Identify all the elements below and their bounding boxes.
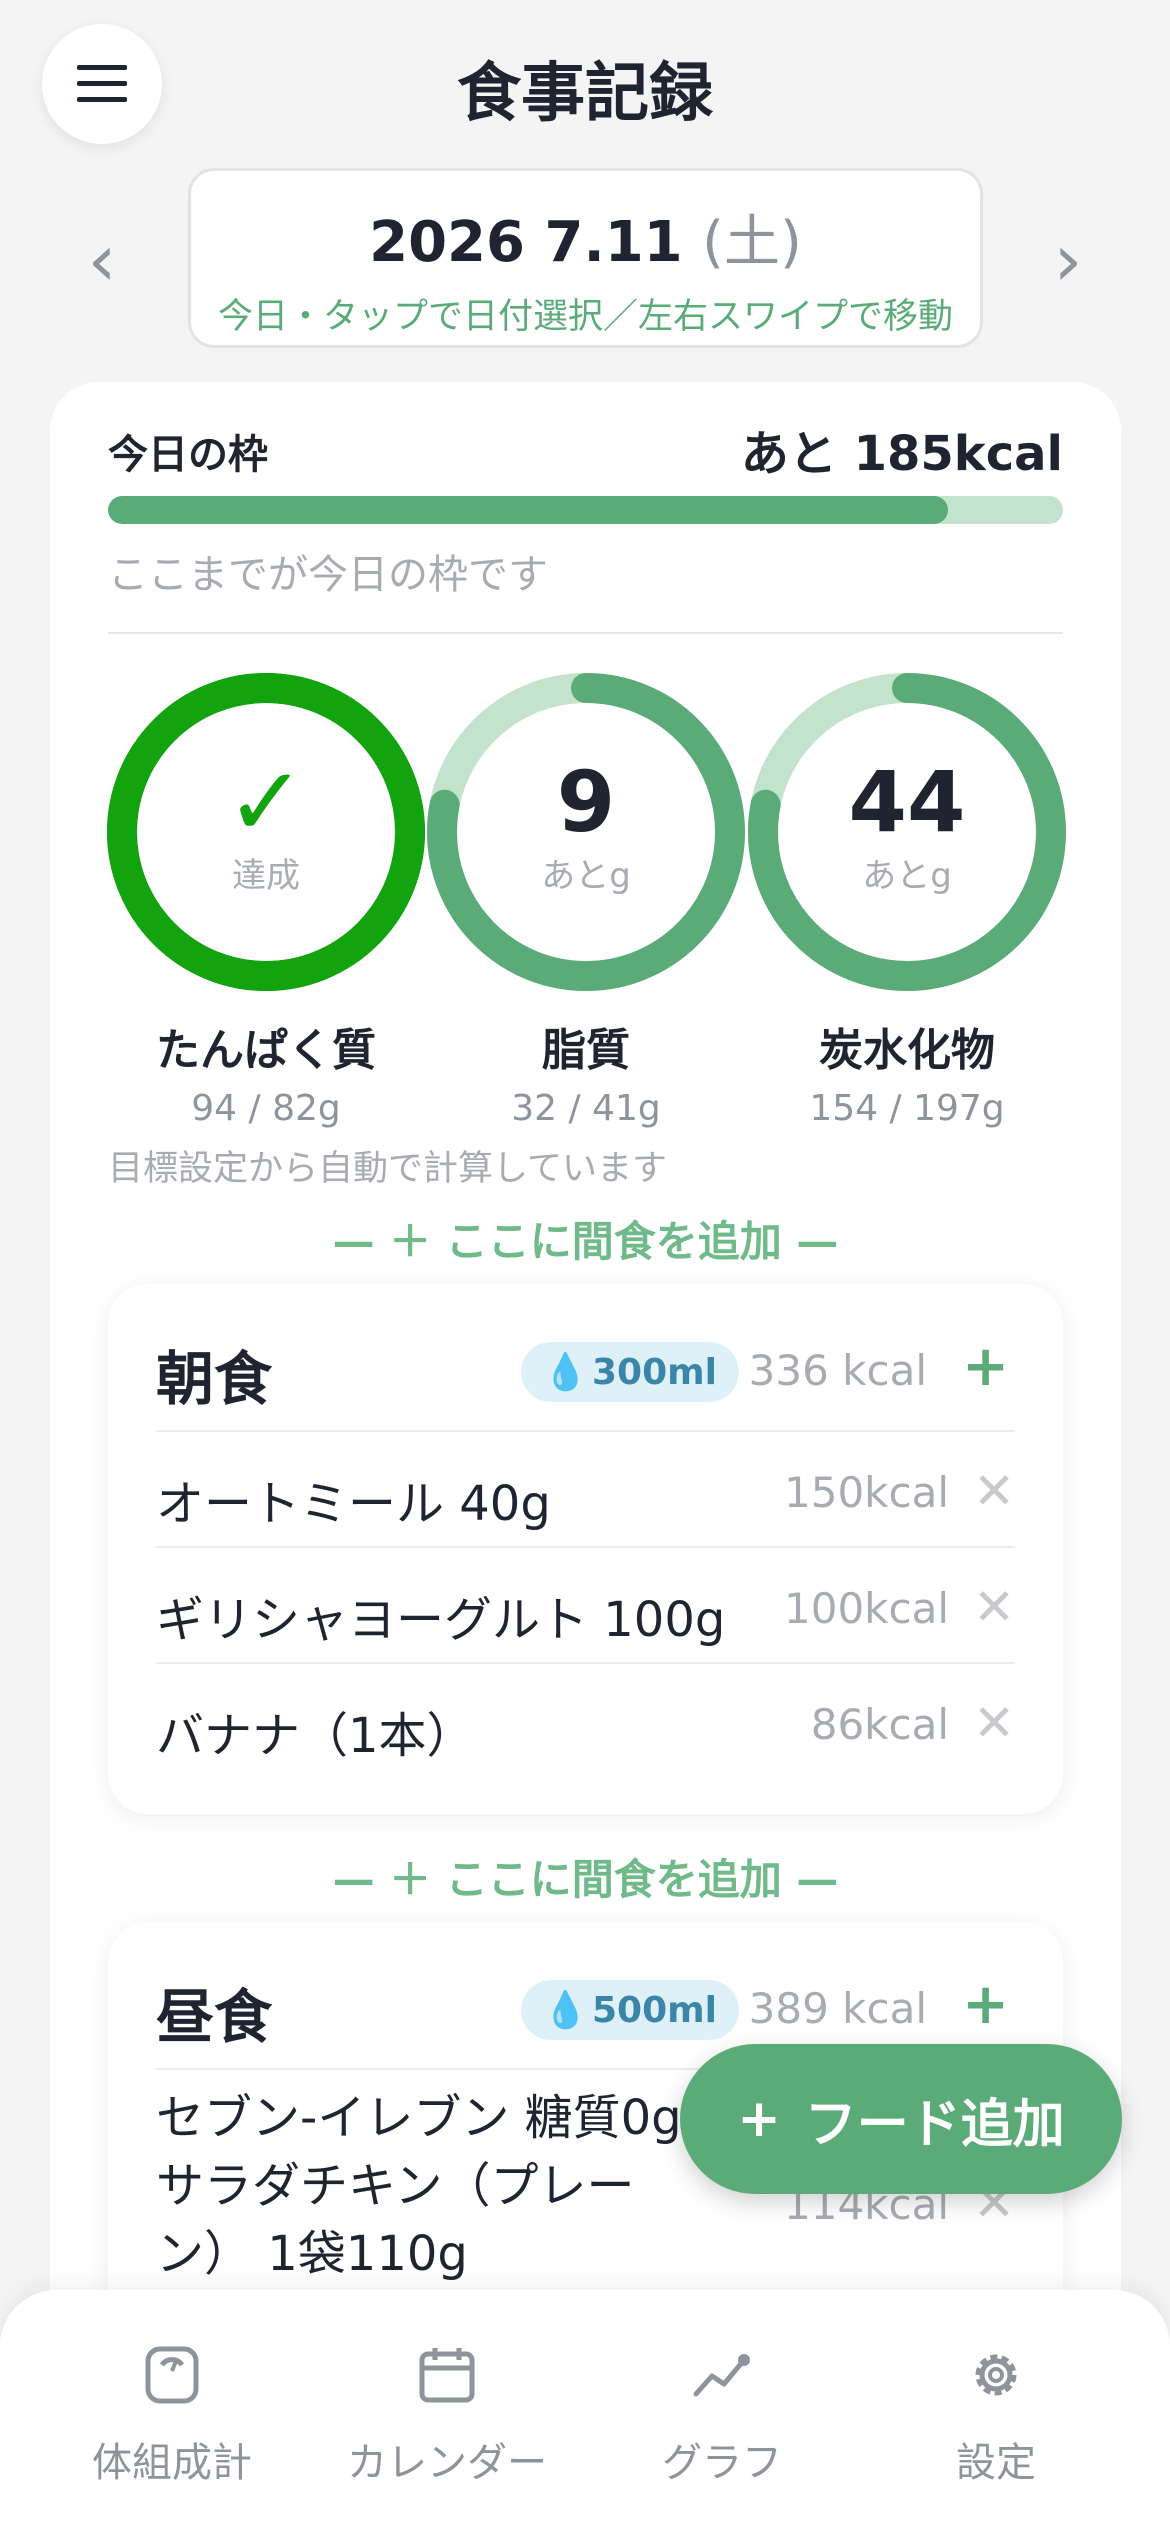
gear-icon <box>975 2354 1017 2396</box>
meal-card-breakfast: 朝食 💧 300ml 336 kcal + オートミール 40g 150kcal… <box>108 1284 1063 1814</box>
water-amount: 500ml <box>592 1989 717 2031</box>
date-weekday: (土) <box>702 210 802 275</box>
tab-label: グラフ <box>662 2440 782 2486</box>
tab-label: 体組成計 <box>92 2440 252 2486</box>
fat-remaining-value: 9 <box>556 753 616 851</box>
food-item[interactable]: バナナ（1本） 86kcal ✕ <box>156 1664 1015 1780</box>
chart-icon <box>693 2354 750 2397</box>
protein-label: たんぱく質 <box>156 1025 376 1076</box>
divider <box>108 632 1063 634</box>
next-day-button[interactable]: › <box>1028 215 1108 305</box>
tab-graph[interactable]: グラフ <box>592 2342 852 2488</box>
bottom-tab-bar: 体組成計 カレンダー グラフ 設定 <box>0 2290 1170 2532</box>
meal-kcal: 336 kcal <box>748 1346 927 1395</box>
meal-title: 昼食 <box>156 1983 273 2051</box>
delete-icon[interactable]: ✕ <box>973 1694 1015 1752</box>
budget-title: 今日の枠 <box>108 432 268 478</box>
carbs-remaining-value: 44 <box>848 753 966 851</box>
protein-status: 達成 <box>232 856 300 896</box>
food-item[interactable]: ギリシャヨーグルト 100g 100kcal ✕ <box>156 1548 1015 1664</box>
budget-note: ここまでが今日の枠です <box>108 552 548 598</box>
budget-remaining: あと 185kcal <box>740 426 1063 482</box>
fat-label: 脂質 <box>542 1025 630 1076</box>
prev-day-button[interactable]: ‹ <box>62 215 142 305</box>
tab-label: カレンダー <box>347 2440 547 2486</box>
tab-calendar[interactable]: カレンダー <box>317 2342 577 2488</box>
calendar-icon <box>419 2348 475 2403</box>
add-food-label: フード追加 <box>804 2094 1065 2155</box>
page-title: 食事記録 <box>457 57 713 131</box>
water-amount: 300ml <box>592 1351 717 1393</box>
date-text: 2026 7.11 <box>369 210 683 275</box>
food-name: セブン-イレブン 糖質0g サラダチキン（プレーン） 1袋110g <box>156 2090 682 2282</box>
meal-kcal: 389 kcal <box>748 1984 927 2033</box>
water-badge[interactable]: 💧 500ml <box>521 1980 739 2040</box>
food-kcal: 100kcal <box>784 1584 949 1633</box>
water-drop-icon: 💧 <box>543 1352 588 1393</box>
carbs-label: 炭水化物 <box>819 1025 995 1076</box>
water-drop-icon: 💧 <box>543 1990 588 2031</box>
meal-title: 朝食 <box>156 1345 273 1413</box>
check-icon: ✓ <box>225 746 307 858</box>
fat-amount: 32 / 41g <box>511 1088 661 1129</box>
food-item[interactable]: オートミール 40g 150kcal ✕ <box>156 1432 1015 1548</box>
budget-progress-bar <box>108 496 1063 524</box>
protein-amount: 94 / 82g <box>191 1088 341 1129</box>
carbs-amount: 154 / 197g <box>809 1088 1005 1129</box>
add-food-to-meal-button[interactable]: + <box>962 1972 1009 2037</box>
tab-body-scale[interactable]: 体組成計 <box>42 2342 302 2488</box>
scale-icon <box>145 2346 199 2404</box>
tab-settings[interactable]: 設定 <box>866 2342 1126 2488</box>
carbs-ring: 44 あとg <box>747 672 1067 992</box>
date-selector[interactable]: 2026 7.11 (土) 今日・タップで日付選択／左右スワイプで移動 <box>188 168 983 348</box>
macro-carbs: 44 あとg 炭水化物 154 / 197g <box>747 672 1067 1129</box>
add-food-to-meal-button[interactable]: + <box>962 1334 1009 1399</box>
tab-label: 設定 <box>956 2440 1036 2486</box>
plus-icon: + <box>737 2089 781 2149</box>
add-food-fab[interactable]: + フード追加 <box>680 2044 1122 2194</box>
daily-summary-card: 今日の枠 あと 185kcal ここまでが今日の枠です ✓ 達成 たんぱく質 9… <box>50 382 1121 2532</box>
food-kcal: 86kcal <box>810 1700 949 1749</box>
macro-fat: 9 あとg 脂質 32 / 41g <box>426 672 746 1129</box>
delete-icon[interactable]: ✕ <box>973 1462 1015 1520</box>
add-snack-button[interactable]: — ＋ ここに間食を追加 — <box>50 1846 1121 1907</box>
carbs-remaining-unit: あとg <box>862 856 952 896</box>
fat-ring: 9 あとg <box>426 672 746 992</box>
delete-icon[interactable]: ✕ <box>973 1578 1015 1636</box>
protein-ring: ✓ 達成 <box>106 672 426 992</box>
food-name: ギリシャヨーグルト 100g <box>156 1592 726 1648</box>
food-name: オートミール 40g <box>156 1476 551 1532</box>
auto-calc-note: 目標設定から自動で計算しています <box>108 1149 667 1189</box>
food-name: バナナ（1本） <box>156 1708 475 1764</box>
fat-remaining-unit: あとg <box>541 856 631 896</box>
food-kcal: 150kcal <box>784 1468 949 1517</box>
date-hint: 今日・タップで日付選択／左右スワイプで移動 <box>217 297 953 337</box>
add-snack-button[interactable]: — ＋ ここに間食を追加 — <box>50 1208 1121 1269</box>
budget-progress-fill <box>108 496 949 524</box>
water-badge[interactable]: 💧 300ml <box>521 1342 739 1402</box>
macro-protein: ✓ 達成 たんぱく質 94 / 82g <box>106 672 426 1129</box>
